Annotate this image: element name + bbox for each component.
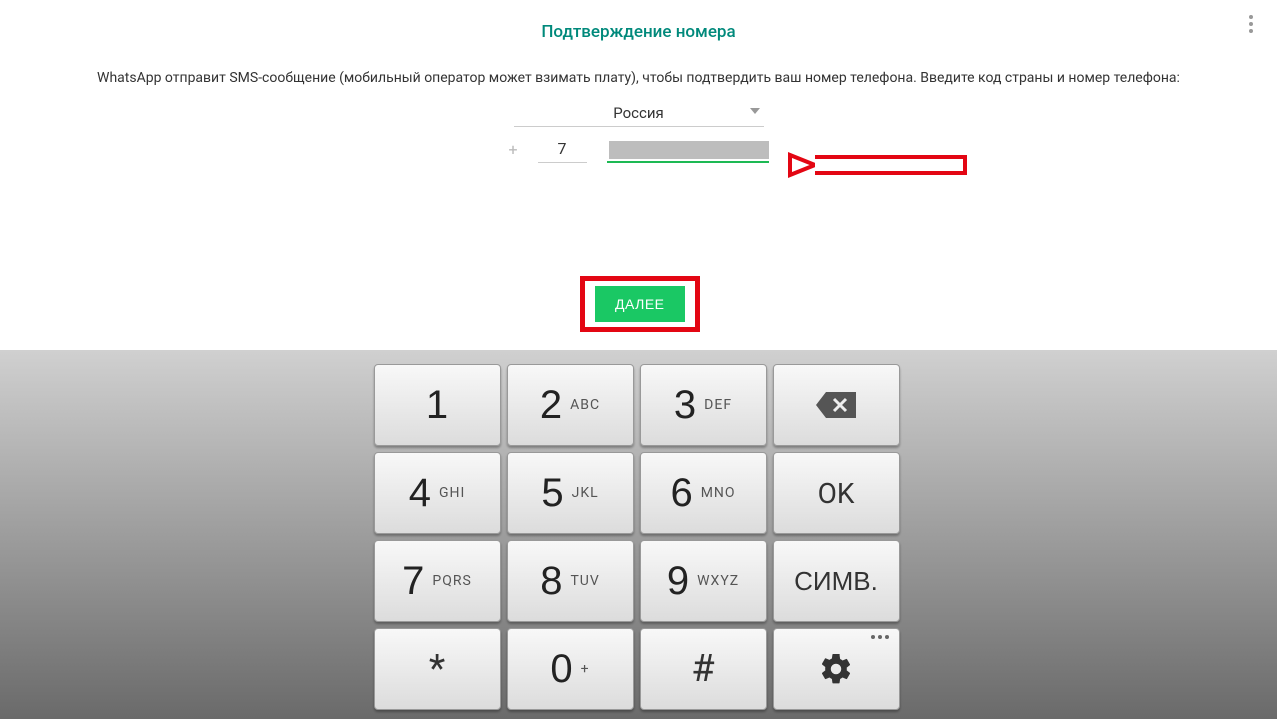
- page-title: Подтверждение номера: [0, 22, 1277, 42]
- gear-icon: [818, 651, 854, 687]
- country-select[interactable]: Россия: [514, 104, 764, 127]
- keypad-star[interactable]: *: [374, 628, 501, 710]
- phone-input-row: + 7: [509, 139, 769, 163]
- keypad-dots-icon: [871, 635, 889, 639]
- keypad-8[interactable]: 8 TUV: [507, 540, 634, 622]
- keypad-4[interactable]: 4 GHI: [374, 452, 501, 534]
- instruction-text: WhatsApp отправит SMS-сообщение (мобильн…: [0, 70, 1277, 86]
- keypad-settings[interactable]: [773, 628, 900, 710]
- keypad-0[interactable]: 0 +: [507, 628, 634, 710]
- keypad-symbols[interactable]: СИМВ.: [773, 540, 900, 622]
- phone-number-redacted: [609, 141, 769, 159]
- keypad-1[interactable]: 1: [374, 364, 501, 446]
- country-code-value: 7: [558, 139, 567, 158]
- keypad-ok[interactable]: OK: [773, 452, 900, 534]
- plus-prefix: +: [509, 140, 518, 163]
- keypad-7[interactable]: 7 PQRS: [374, 540, 501, 622]
- annotation-arrow-icon: [785, 140, 985, 190]
- keypad-5[interactable]: 5 JKL: [507, 452, 634, 534]
- country-selected-label: Россия: [613, 104, 664, 122]
- keypad-backspace[interactable]: [773, 364, 900, 446]
- chevron-down-icon: [750, 108, 760, 114]
- country-code-input[interactable]: 7: [538, 139, 587, 163]
- keypad-3[interactable]: 3 DEF: [640, 364, 767, 446]
- more-options-button[interactable]: [1239, 12, 1263, 36]
- backspace-icon: [814, 390, 858, 420]
- header: Подтверждение номера: [0, 0, 1277, 42]
- next-button[interactable]: ДАЛЕЕ: [595, 286, 685, 322]
- more-vertical-icon: [1249, 15, 1253, 19]
- keypad-9[interactable]: 9 WXYZ: [640, 540, 767, 622]
- numeric-keypad: 1 2 ABC 3 DEF 4 GHI 5 JKL 6 MNO: [0, 350, 1277, 719]
- phone-number-input[interactable]: [607, 139, 769, 163]
- keypad-pound[interactable]: #: [640, 628, 767, 710]
- keypad-2[interactable]: 2 ABC: [507, 364, 634, 446]
- keypad-6[interactable]: 6 MNO: [640, 452, 767, 534]
- next-button-highlight: ДАЛЕЕ: [580, 276, 700, 332]
